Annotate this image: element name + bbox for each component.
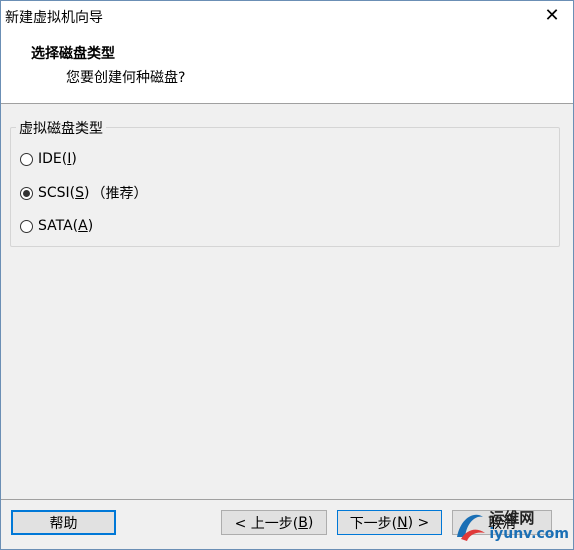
next-button[interactable]: 下一步(N) > [337,510,442,535]
wizard-window: 新建虚拟机向导 ✕ 选择磁盘类型 您要创建何种磁盘? 虚拟磁盘类型 IDE(I)… [0,0,574,550]
watermark: 运维网 iyunv.com [451,507,569,545]
footer-separator [1,499,573,500]
radio-sata-label: SATA(A) [38,218,94,234]
close-icon[interactable]: ✕ [539,3,565,29]
radio-sata[interactable]: SATA(A) [20,218,93,234]
radio-ide-button[interactable] [20,152,33,166]
back-button[interactable]: < 上一步(B) [221,510,327,535]
radio-sata-button[interactable] [20,219,33,233]
group-legend: 虚拟磁盘类型 [16,118,106,138]
page-subtitle: 您要创建何种磁盘? [66,70,186,86]
recommended-note: （推荐） [91,186,148,202]
radio-scsi[interactable]: SCSI(S) （推荐） [20,183,148,203]
window-title: 新建虚拟机向导 [5,10,103,26]
radio-scsi-button[interactable] [20,186,33,200]
page-title: 选择磁盘类型 [31,46,115,62]
radio-ide-label: IDE(I) [38,151,77,167]
radio-scsi-label: SCSI(S) [38,185,90,201]
title-bar: 新建虚拟机向导 ✕ [1,1,573,31]
wizard-header: 选择磁盘类型 您要创建何种磁盘? [1,31,573,104]
radio-ide[interactable]: IDE(I) [20,151,77,167]
watermark-en: iyunv.com [489,525,569,542]
disk-type-group: 虚拟磁盘类型 IDE(I) SCSI(S) （推荐） SATA(A) [10,118,560,247]
watermark-cn: 运维网 [489,508,535,527]
watermark-logo-icon [457,514,486,541]
help-button[interactable]: 帮助 [11,510,116,535]
